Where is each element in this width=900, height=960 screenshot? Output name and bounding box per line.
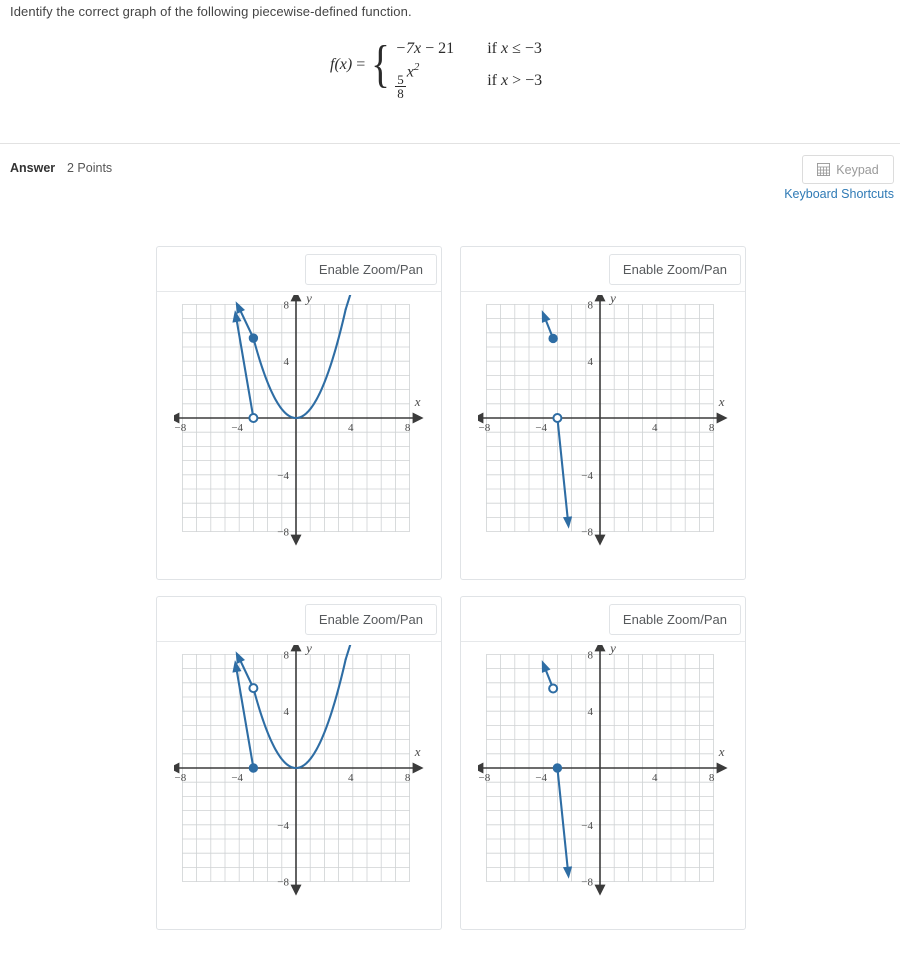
keypad-button-label: Keypad xyxy=(836,162,879,177)
keypad-button[interactable]: Keypad xyxy=(802,155,894,184)
case-2-condition: if x > −3 xyxy=(487,72,543,89)
formula-case-1: −7x − 21 if x ≤ −3 xyxy=(395,36,542,62)
y-tick-label: −8 xyxy=(581,877,593,889)
closed-endpoint-dot xyxy=(248,763,259,773)
x-tick-label: −4 xyxy=(535,772,547,784)
y-tick-label: 4 xyxy=(284,356,290,368)
x-tick-label: −4 xyxy=(231,422,243,434)
y-tick-label: −4 xyxy=(277,470,289,482)
y-tick-label: 4 xyxy=(284,706,290,718)
case-2-expression: 5 8 x2 xyxy=(395,61,420,102)
panel-header-b: Enable Zoom/Pan xyxy=(461,247,745,292)
x-tick-label: 4 xyxy=(348,422,354,434)
y-tick-label: −4 xyxy=(581,470,593,482)
series-upper-segment xyxy=(541,660,559,694)
points-label: 2 Points xyxy=(67,161,113,175)
formula-function-name: f(x) xyxy=(330,56,353,73)
x-tick-label: −4 xyxy=(231,772,243,784)
question-page: Identify the correct graph of the follow… xyxy=(0,0,900,960)
enable-zoom-pan-button-c[interactable]: Enable Zoom/Pan xyxy=(304,603,437,635)
formula-case-2: 5 8 x2 if x > −3 xyxy=(395,61,543,100)
formula-cases: −7x − 21 if x ≤ −3 5 8 x2 if x > −3 xyxy=(395,36,543,100)
y-tick-label: −8 xyxy=(581,527,593,539)
y-axis-label: y xyxy=(304,295,312,305)
closed-endpoint-dot xyxy=(548,333,558,344)
y-tick-label: −4 xyxy=(581,820,593,832)
closed-endpoint-dot xyxy=(552,763,563,773)
graph-area-d[interactable]: −8 −4 4 8 −8 −4 4 8 x y xyxy=(461,642,745,927)
answer-label: Answer xyxy=(10,161,56,175)
y-tick-label: −4 xyxy=(277,820,289,832)
x-tick-label: 8 xyxy=(709,772,715,784)
series-ray-linear xyxy=(232,660,259,773)
y-axis-label: y xyxy=(608,645,616,655)
enable-zoom-pan-button-a[interactable]: Enable Zoom/Pan xyxy=(304,253,437,285)
x-tick-label: −8 xyxy=(479,422,491,434)
fraction-five-eighths: 5 8 xyxy=(395,71,406,102)
case-1-expression: −7x − 21 xyxy=(395,40,455,57)
x-axis-label: x xyxy=(718,394,725,409)
y-axis-label: y xyxy=(608,295,616,305)
x-axis-label: x xyxy=(718,744,725,759)
x-tick-label: 4 xyxy=(652,772,658,784)
x-tick-label: −8 xyxy=(479,772,491,784)
y-tick-label: 8 xyxy=(284,299,290,311)
panel-header-c: Enable Zoom/Pan xyxy=(157,597,441,642)
choice-panel-d[interactable]: Enable Zoom/Pan −8 −4 4 8 −8 −4 4 8 x y xyxy=(460,596,746,930)
x-tick-label: −8 xyxy=(175,422,187,434)
case-1-condition: if x ≤ −3 xyxy=(487,40,542,57)
y-tick-label: −8 xyxy=(277,527,289,539)
piecewise-formula: f(x) = { −7x − 21 if x ≤ −3 5 8 x2 if x … xyxy=(330,36,543,101)
open-endpoint-circle xyxy=(548,683,559,694)
panel-header-d: Enable Zoom/Pan xyxy=(461,597,745,642)
choice-panel-c[interactable]: Enable Zoom/Pan −8 −4 4 8 −8 −4 4 8 x y xyxy=(156,596,442,930)
closed-endpoint-dot xyxy=(248,333,259,343)
x-tick-label: −8 xyxy=(175,772,187,784)
x-tick-label: −4 xyxy=(535,422,547,434)
coordinate-plane-d[interactable]: −8 −4 4 8 −8 −4 4 8 x y xyxy=(478,645,728,927)
graph-area-c[interactable]: −8 −4 4 8 −8 −4 4 8 x y xyxy=(157,642,441,927)
x-axis-label: x xyxy=(414,744,421,759)
choice-panel-a[interactable]: Enable Zoom/Pan −8 −4 4 8 −8 −4 4 8 x y xyxy=(156,246,442,580)
y-tick-label: 4 xyxy=(588,356,594,368)
x-tick-label: 8 xyxy=(709,422,715,434)
y-tick-label: 8 xyxy=(588,649,594,661)
series-upper-segment xyxy=(541,310,558,344)
open-endpoint-circle xyxy=(552,413,563,423)
x-tick-label: 4 xyxy=(348,772,354,784)
enable-zoom-pan-button-d[interactable]: Enable Zoom/Pan xyxy=(608,603,741,635)
x-tick-label: 4 xyxy=(652,422,658,434)
enable-zoom-pan-button-b[interactable]: Enable Zoom/Pan xyxy=(608,253,741,285)
formula-brace: { xyxy=(371,36,391,93)
formula-equals: = xyxy=(356,56,366,73)
coordinate-plane-a[interactable]: −8 −4 4 8 −8 −4 4 8 x y xyxy=(174,295,424,577)
y-tick-label: 4 xyxy=(588,706,594,718)
graph-area-a[interactable]: −8 −4 4 8 −8 −4 4 8 x y xyxy=(157,292,441,577)
keyboard-shortcuts-link[interactable]: Keyboard Shortcuts xyxy=(784,187,894,201)
keypad-grid-icon xyxy=(817,163,831,176)
open-endpoint-circle xyxy=(248,413,259,423)
graph-area-b[interactable]: −8 −4 4 8 −8 −4 4 8 x y xyxy=(461,292,745,577)
coordinate-plane-b[interactable]: −8 −4 4 8 −8 −4 4 8 x y xyxy=(478,295,728,577)
y-tick-label: 8 xyxy=(588,299,594,311)
y-tick-label: −8 xyxy=(277,877,289,889)
open-endpoint-circle xyxy=(248,683,259,694)
choice-panel-b[interactable]: Enable Zoom/Pan −8 −4 4 8 −8 −4 4 8 x y xyxy=(460,246,746,580)
y-axis-label: y xyxy=(304,645,312,655)
series-descending-ray xyxy=(552,413,573,529)
x-tick-label: 8 xyxy=(405,772,411,784)
panel-header-a: Enable Zoom/Pan xyxy=(157,247,441,292)
x-axis-label: x xyxy=(414,394,421,409)
y-tick-label: 8 xyxy=(284,649,290,661)
section-divider xyxy=(0,143,900,144)
series-descending-ray xyxy=(552,763,573,879)
coordinate-plane-c[interactable]: −8 −4 4 8 −8 −4 4 8 x y xyxy=(174,645,424,927)
x-tick-label: 8 xyxy=(405,422,411,434)
question-prompt: Identify the correct graph of the follow… xyxy=(10,4,412,19)
